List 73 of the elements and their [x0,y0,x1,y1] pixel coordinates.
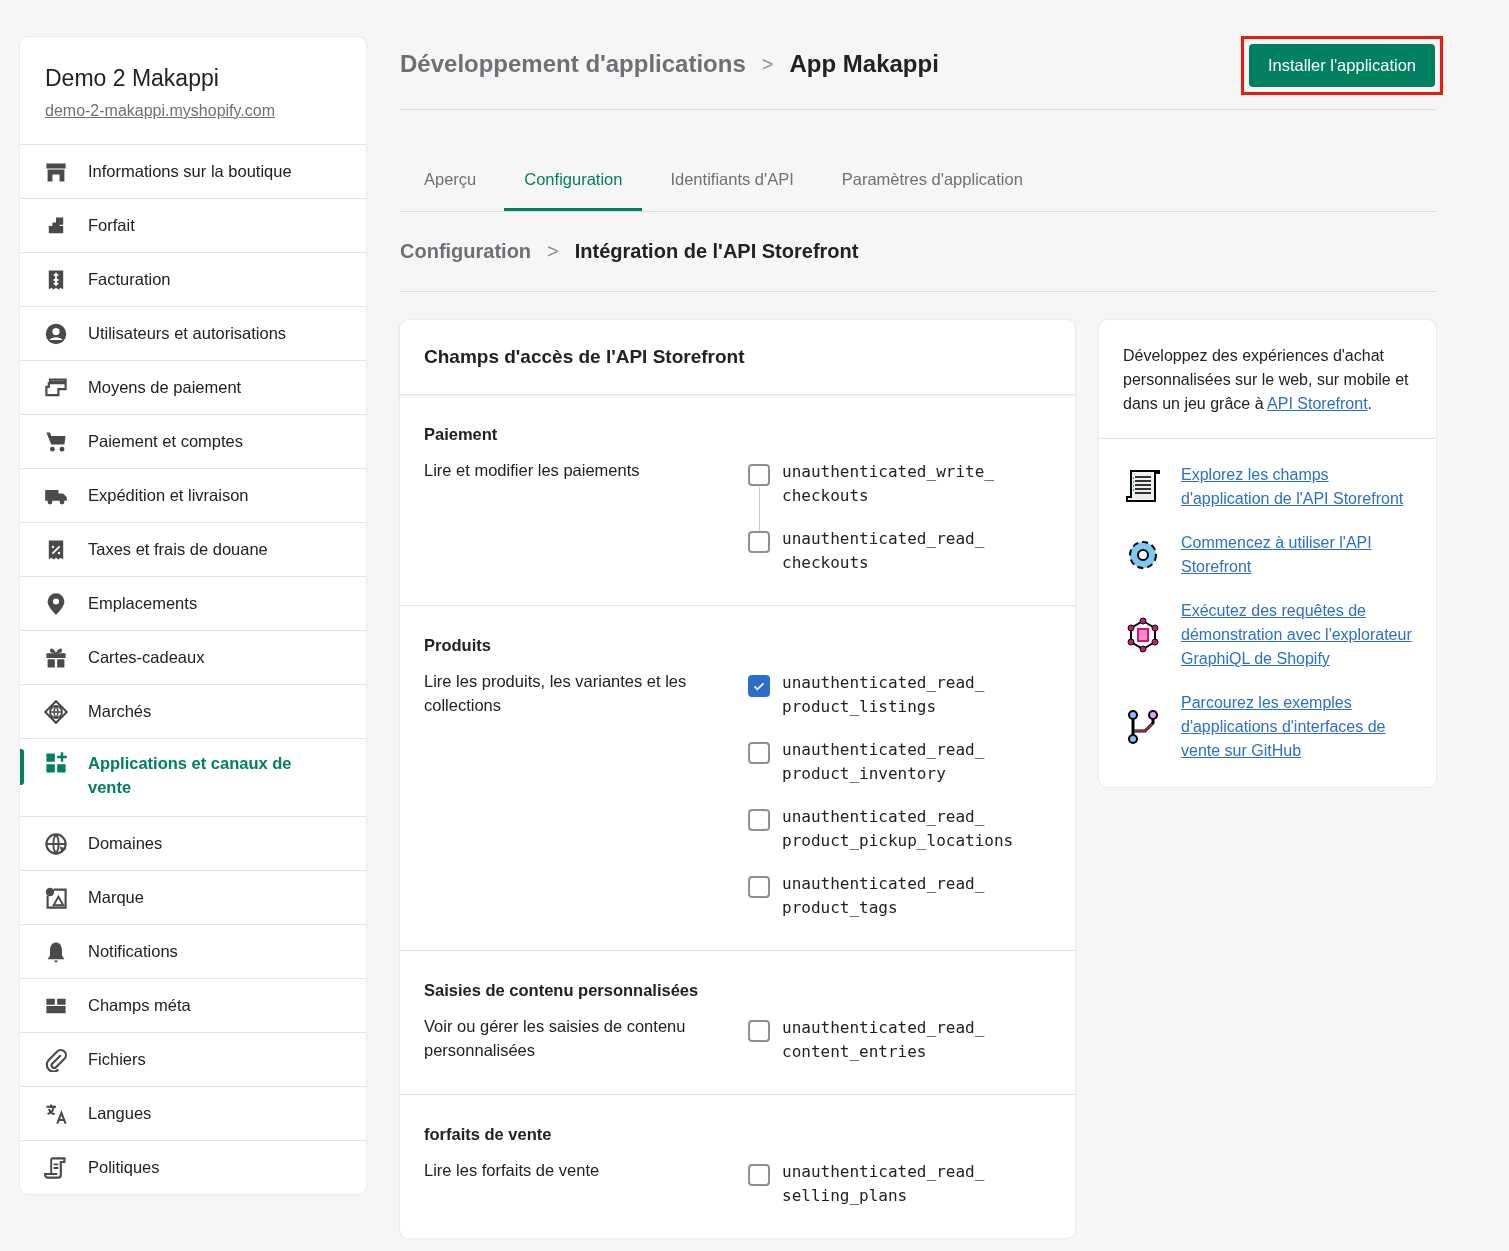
sidebar-item[interactable]: Domaines [20,817,366,871]
checkbox[interactable] [748,1164,770,1186]
sidebar-item[interactable]: Expédition et livraison [20,469,366,523]
sidebar-item[interactable]: Marchés [20,685,366,739]
sidebar-item[interactable]: Taxes et frais de douane [20,523,366,577]
breadcrumb-link[interactable]: Développement d'applications [400,50,746,78]
sidebar-item[interactable]: Forfait [20,199,366,253]
sidebar-item[interactable]: Paiement et comptes [20,415,366,469]
breadcrumb-separator: > [547,240,559,263]
group-title: forfaits de vente [424,1125,553,1144]
page-title: App Makappi [789,50,939,78]
group-title: Paiement [424,425,499,444]
sidebar-item[interactable]: Applications et canaux de vente [20,739,366,817]
checkbox[interactable] [748,464,770,486]
store-name: Demo 2 Makappi [45,65,220,92]
gift-icon [44,645,68,670]
tab[interactable]: Configuration [504,150,643,211]
sidebar-item[interactable]: Marque [20,871,366,925]
sidebar-item[interactable]: Informations sur la boutique [20,145,366,199]
group-description: Lire les forfaits de vente [424,1160,601,1181]
sidebar-item[interactable]: Emplacements [20,577,366,631]
checkbox[interactable] [748,1020,770,1042]
scope-name: unauthenticated_read_ checkouts [782,528,985,574]
api-link[interactable]: API Storefront [1267,395,1368,412]
group-description: Lire les produits, les variantes et les collections [424,671,688,716]
scope-name: unauthenticated_read_ product_pickup_locations [782,806,1014,852]
sidebar-item[interactable]: Notifications [20,925,366,979]
resource-link[interactable]: Exécutez des requêtes de démonstration avec l'explorateur GraphiQL de Shopify [1181,599,1412,671]
scope-name: unauthenticated_read_ product_tags [782,873,985,919]
section-title: Intégration de l'API Storefront [574,240,859,263]
tab[interactable]: Aperçu [404,150,497,211]
image-icon [44,885,68,910]
scope-name: unauthenticated_write_ checkouts [782,461,994,507]
install-app-button[interactable]: Installer l'application [1248,43,1435,87]
scope-name: unauthenticated_read_ product_listings [782,672,985,718]
breadcrumb-link[interactable]: Configuration [400,240,532,263]
tab[interactable]: Paramètres d'application [821,150,1043,211]
group-description: Lire et modifier les paiements [424,460,641,481]
group-description: Voir ou gérer les saisies de contenu personnalisées [424,1016,687,1061]
checkbox[interactable] [748,809,770,831]
resource-link[interactable]: Parcourez les exemples d'applications d'interfaces de vente sur GitHub [1181,691,1412,763]
sidebar-item[interactable]: Langues [20,1087,366,1141]
cart-icon [44,429,68,454]
sidebar-item[interactable]: Politiques [20,1141,366,1194]
group-title: Produits [424,636,492,655]
card-title: Champs d'accès de l'API Storefront [424,346,746,368]
document-icon [44,1155,68,1180]
checkbox[interactable] [748,531,770,553]
checkbox[interactable] [748,742,770,764]
user-icon [44,321,68,346]
resource-link[interactable]: Explorez les champs d'application de l'API Storefront [1181,463,1412,511]
sidebar-item[interactable]: Facturation [20,253,366,307]
breadcrumb-separator: > [761,52,774,76]
sidebar-item[interactable]: Utilisateurs et autorisations [20,307,366,361]
group-title: Saisies de contenu personnalisées [424,981,700,1000]
checkbox[interactable] [748,876,770,898]
scope-name: unauthenticated_read_ product_inventory [782,739,985,785]
translate-icon [44,1101,68,1126]
sidebar-item[interactable]: Cartes-cadeaux [20,631,366,685]
resource-link[interactable]: Commencez à utiliser l'API Storefront [1181,531,1412,579]
scope-name: unauthenticated_read_ selling_plans [782,1161,985,1207]
store-domain-link[interactable]: demo-2-makappi.myshopify.com [45,102,275,120]
intro-text: Développez des expériences d'achat personnalisées sur le web, sur mobile et dans un jeu grâce à API Storefront. [1123,346,1410,414]
globe-icon [44,699,68,724]
sidebar-item[interactable]: Moyens de paiement [20,361,366,415]
scope-name: unauthenticated_read_ content_entries [782,1017,985,1063]
sidebar-item[interactable]: Champs méta [20,979,366,1033]
globe-cursor-icon [44,831,68,856]
tab[interactable]: Identifiants d'API [650,150,814,211]
checkbox[interactable] [748,675,770,697]
apps-icon [44,751,68,775]
sidebar-item[interactable]: Fichiers [20,1033,366,1087]
paperclip-icon [44,1047,68,1072]
